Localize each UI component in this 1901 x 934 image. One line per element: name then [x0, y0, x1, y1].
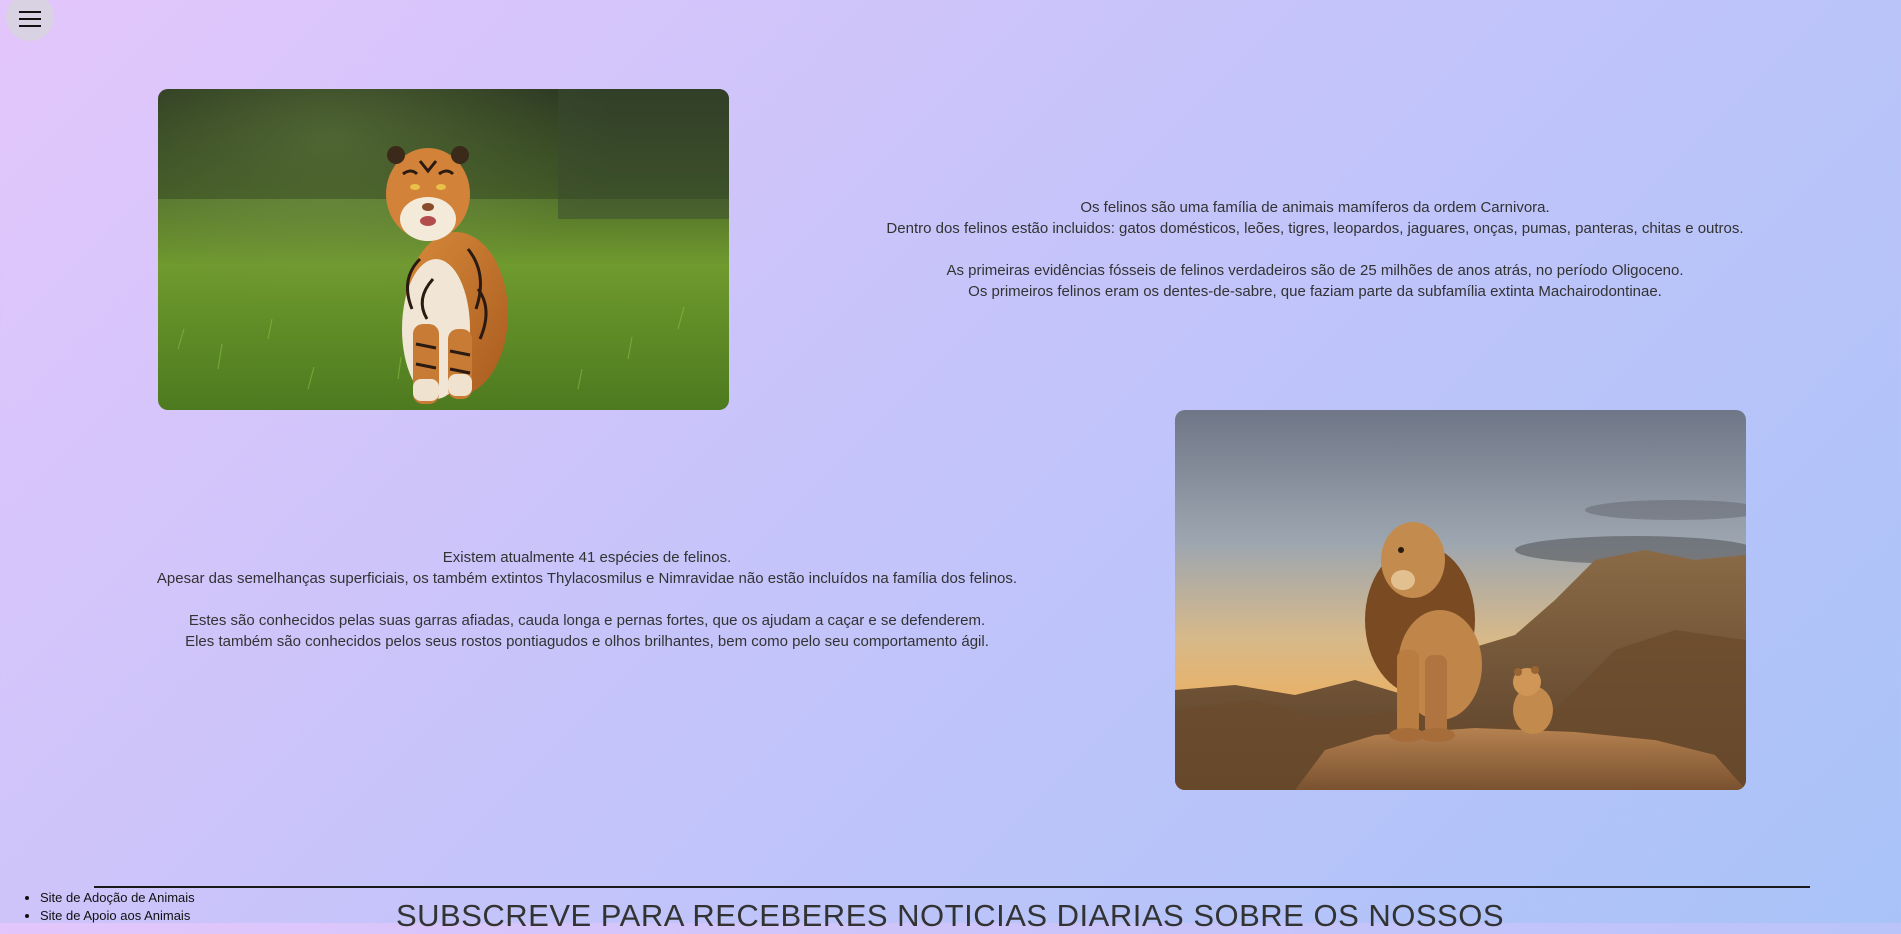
- intro-paragraph-1-line-2: Dentro dos felinos estão incluidos: gato…: [886, 220, 1744, 237]
- lion-image: [1175, 410, 1746, 790]
- link-adoption-site[interactable]: Site de Adoção de Animais: [40, 889, 195, 907]
- species-paragraph-2-line-2: Eles também são conhecidos pelos seus ro…: [185, 633, 989, 650]
- hamburger-menu-icon: [19, 11, 41, 27]
- intro-paragraph-2-line-1: As primeiras evidências fósseis de felin…: [946, 262, 1684, 279]
- intro-paragraph-2-line-2: Os primeiros felinos eram os dentes-de-s…: [968, 283, 1662, 300]
- footer-links: Site de Adoção de Animais Site de Apoio …: [22, 889, 195, 925]
- menu-button[interactable]: [6, 0, 54, 41]
- intro-text: Os felinos são uma família de animais ma…: [870, 197, 1760, 302]
- species-paragraph-1-line-1: Existem atualmente 41 espécies de felino…: [442, 549, 732, 566]
- subscribe-heading: SUBSCREVE PARA RECEBERES NOTICIAS DIARIA…: [395, 898, 1505, 933]
- tiger-image: [158, 89, 729, 410]
- species-paragraph-2-line-1: Estes são conhecidos pelas suas garras a…: [188, 612, 986, 629]
- species-paragraph-1-line-2: Apesar das semelhanças superficiais, os …: [156, 570, 1018, 587]
- intro-paragraph-1-line-1: Os felinos são uma família de animais ma…: [1080, 199, 1550, 216]
- footer-divider: [94, 886, 1810, 888]
- link-support-site[interactable]: Site de Apoio aos Animais: [40, 907, 195, 925]
- species-text: Existem atualmente 41 espécies de felino…: [138, 547, 1036, 652]
